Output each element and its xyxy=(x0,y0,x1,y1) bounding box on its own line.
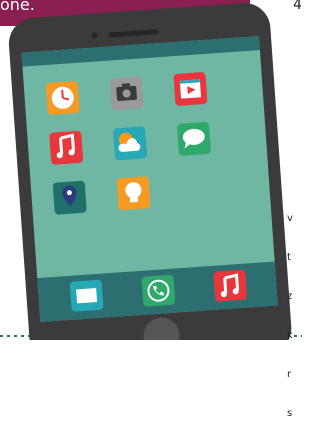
app-music[interactable] xyxy=(49,130,84,165)
app-video[interactable] xyxy=(173,72,208,106)
side-text-line: t xyxy=(287,252,291,263)
app-camera[interactable] xyxy=(109,76,144,111)
side-text-line: r xyxy=(287,369,292,380)
app-maps[interactable] xyxy=(52,180,87,215)
side-text-line: z xyxy=(287,291,293,302)
side-text-line: k xyxy=(287,330,293,341)
app-clock[interactable] xyxy=(45,81,80,115)
side-text: v t z k r s xyxy=(287,186,293,433)
mail-icon xyxy=(76,288,98,304)
app-weather[interactable] xyxy=(113,126,147,161)
dock-mail[interactable] xyxy=(69,279,104,312)
callout-text: one. xyxy=(0,0,35,14)
video-player-icon xyxy=(179,79,202,99)
side-text-line: s xyxy=(287,408,293,419)
dock-music[interactable] xyxy=(213,269,248,302)
dock-phone[interactable] xyxy=(141,274,176,307)
side-text-line: v xyxy=(287,213,293,224)
app-lightbulb[interactable] xyxy=(116,176,151,211)
phone-illustration xyxy=(0,0,302,340)
app-messages[interactable] xyxy=(177,122,211,156)
corner-mark: 4 xyxy=(293,0,302,13)
